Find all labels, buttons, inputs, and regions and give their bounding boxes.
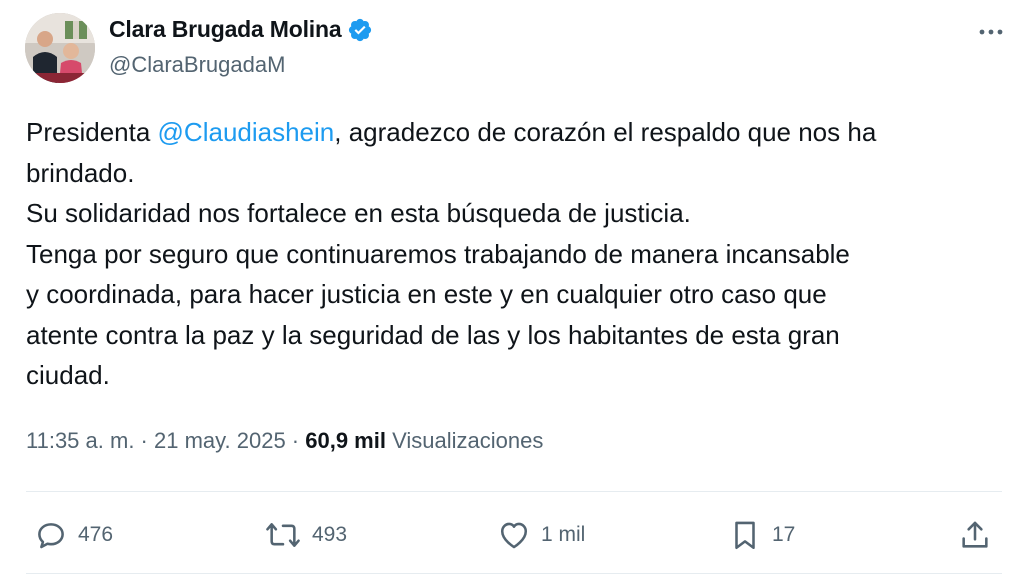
more-options-button[interactable] xyxy=(976,18,1006,46)
reply-icon xyxy=(38,523,64,549)
timestamp-time[interactable]: 11:35 a. m. xyxy=(26,428,134,453)
heart-icon xyxy=(500,522,528,549)
repost-count: 493 xyxy=(312,523,348,546)
tweet-text-line: Su solidaridad nos fortalece en esta bús… xyxy=(26,198,691,228)
more-horizontal-icon xyxy=(979,29,1003,35)
views-count: 60,9 mil xyxy=(305,428,386,453)
reply-button[interactable]: 476 xyxy=(34,510,113,560)
author-handle[interactable]: @ClaraBrugadaM xyxy=(109,52,285,78)
tweet-text-line: atente contra la paz y la seguridad de l… xyxy=(26,319,840,350)
action-bar: 476 493 1 mil 17 xyxy=(0,510,1024,560)
reply-count: 476 xyxy=(78,523,114,546)
repost-icon xyxy=(266,523,300,547)
timestamp-date[interactable]: 21 may. 2025 xyxy=(154,428,286,453)
meta-separator: · xyxy=(134,428,154,453)
verified-badge-icon[interactable] xyxy=(347,17,373,43)
views-label: Visualizaciones xyxy=(385,428,544,453)
tweet-text-line: ciudad. xyxy=(26,360,110,390)
bookmark-button[interactable]: 17 xyxy=(728,510,795,560)
bookmark-icon xyxy=(735,521,755,550)
tweet-meta: 11:35 a. m. · 21 may. 2025 · 60,9 mil Vi… xyxy=(26,428,543,454)
tweet-text: Presidenta @Claudiashein, agradezco de c… xyxy=(26,112,1006,396)
tweet-text-line: Tenga por seguro que continuaremos traba… xyxy=(26,238,850,269)
tweet-text-segment: , agradezco de corazón el respaldo que n… xyxy=(334,117,877,147)
repost-button[interactable]: 493 xyxy=(264,510,347,560)
tweet-text-segment: Presidenta xyxy=(26,117,158,147)
share-button[interactable] xyxy=(958,510,992,560)
divider xyxy=(26,573,1002,574)
share-icon xyxy=(962,521,988,548)
mention-link[interactable]: @Claudiashein xyxy=(158,117,335,147)
divider xyxy=(26,491,1002,492)
author-display-name[interactable]: Clara Brugada Molina xyxy=(109,16,342,43)
avatar[interactable] xyxy=(25,13,95,83)
tweet-text-line: Presidenta @Claudiashein, agradezco de c… xyxy=(26,112,1006,153)
like-button[interactable]: 1 mil xyxy=(497,510,585,560)
meta-separator: · xyxy=(285,428,306,453)
like-count: 1 mil xyxy=(541,523,586,546)
tweet-text-line: y coordinada, para hacer justicia en est… xyxy=(26,279,827,309)
tweet-text-line: brindado. xyxy=(26,157,135,188)
bookmark-count: 17 xyxy=(772,523,796,546)
author-name-row: Clara Brugada Molina xyxy=(109,16,373,43)
tweet-card: Clara Brugada Molina @ClaraBrugadaM Pres… xyxy=(0,0,1024,577)
